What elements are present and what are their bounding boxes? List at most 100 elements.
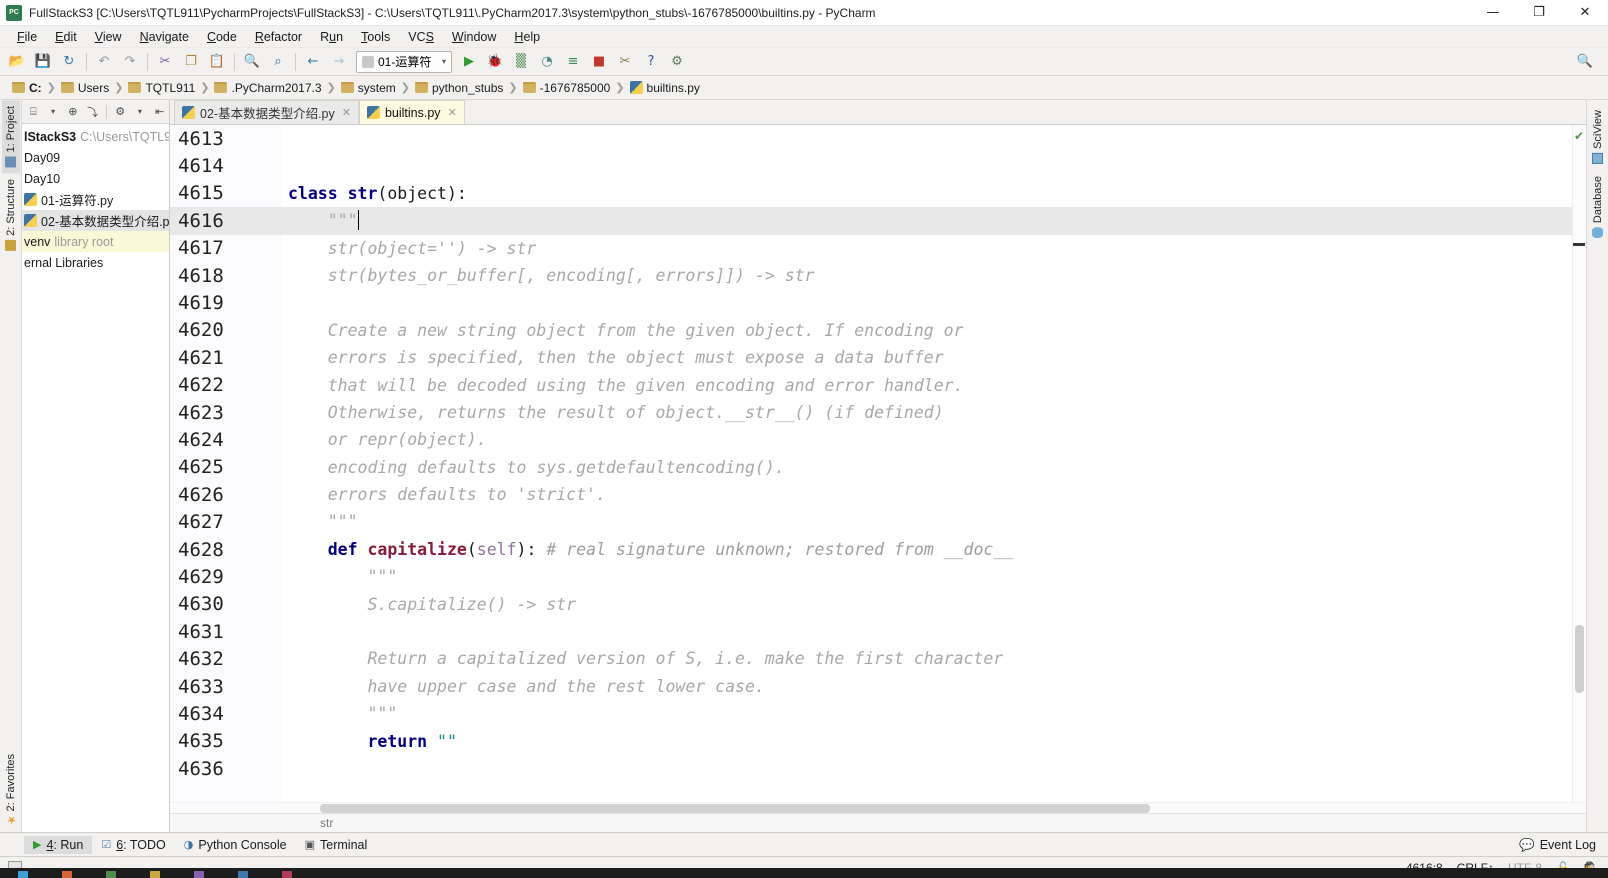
code-area[interactable]: ✳class str(object): """ str(object='') -… xyxy=(282,125,1572,802)
taskbar-item[interactable] xyxy=(150,871,160,878)
tab-builtinspy[interactable]: builtins.py ✕ xyxy=(358,100,465,124)
menu-item-window[interactable]: Window xyxy=(443,28,505,46)
forward-icon[interactable]: → xyxy=(326,50,352,74)
gutter-row[interactable]: 4633 xyxy=(170,673,282,700)
hide-panel-icon[interactable]: ⇤ xyxy=(150,102,169,122)
gutter-row[interactable]: 4617 xyxy=(170,235,282,262)
gutter-row[interactable]: 4634 xyxy=(170,700,282,727)
save-all-icon[interactable]: 💾 xyxy=(30,50,56,74)
open-folder-icon[interactable]: 📂 xyxy=(4,50,30,74)
taskbar-item[interactable] xyxy=(62,871,72,878)
paste-icon[interactable]: 📋 xyxy=(204,50,230,74)
menu-item-code[interactable]: Code xyxy=(198,28,246,46)
gutter-row[interactable]: 4615 xyxy=(170,180,282,207)
event-log-button[interactable]: 💬 Event Log xyxy=(1519,837,1596,853)
code-line[interactable]: have upper case and the rest lower case. xyxy=(282,673,1572,700)
code-line[interactable]: """ xyxy=(282,563,1572,590)
code-line[interactable]: Return a capitalized version of S, i.e. … xyxy=(282,645,1572,672)
settings-button[interactable]: ⚙ xyxy=(664,50,690,74)
code-line[interactable] xyxy=(282,125,1572,152)
code-line[interactable]: errors is specified, then the object mus… xyxy=(282,344,1572,371)
breadcrumb-item-c[interactable]: C: xyxy=(8,81,46,95)
help-button[interactable]: ? xyxy=(638,50,664,74)
locate-file-icon[interactable]: ⊕ xyxy=(63,102,82,122)
menu-item-refactor[interactable]: Refactor xyxy=(246,28,311,46)
gutter-row[interactable]: 4623 xyxy=(170,399,282,426)
menu-item-view[interactable]: View xyxy=(86,28,131,46)
editor-gutter[interactable]: 4613 4614 4615 4616 4617 4618 4619 4620 4621 4622… xyxy=(170,125,282,802)
gutter-row[interactable]: 4624 xyxy=(170,426,282,453)
code-line[interactable]: encoding defaults to sys.getdefaultencod… xyxy=(282,454,1572,481)
gutter-row[interactable]: 4631 xyxy=(170,618,282,645)
run-coverage-button[interactable]: ▒ xyxy=(508,50,534,74)
list-item[interactable]: venv library root xyxy=(22,231,169,252)
list-item[interactable]: Day09 xyxy=(22,147,169,168)
breadcrumb-item-1676785000[interactable]: -1676785000 xyxy=(519,81,615,95)
gutter-row[interactable]: 4628 xyxy=(170,536,282,563)
close-icon[interactable]: ✕ xyxy=(448,106,457,119)
list-item[interactable]: lStackS3 C:\Users\TQTL9 xyxy=(22,126,169,147)
replace-icon[interactable]: ⌕ xyxy=(265,50,291,74)
tab-02py[interactable]: 02-基本数据类型介绍.py ✕ xyxy=(174,100,359,124)
settings-dropdown-icon[interactable]: ▾ xyxy=(131,102,150,122)
taskbar-item[interactable] xyxy=(282,871,292,878)
gutter-row[interactable]: 4630 xyxy=(170,591,282,618)
code-line[interactable]: that will be decoded using the given enc… xyxy=(282,372,1572,399)
run-configuration-selector[interactable]: 01-运算符 ▾ xyxy=(356,50,452,73)
gutter-row[interactable]: 4626 xyxy=(170,481,282,508)
code-line[interactable]: S.capitalize() -> str xyxy=(282,591,1572,618)
list-item[interactable]: 02-基本数据类型介绍.p xyxy=(22,210,169,231)
view-mode-dropdown-icon[interactable]: ▾ xyxy=(44,102,63,122)
menu-item-help[interactable]: Help xyxy=(505,28,549,46)
sidebar-item-database[interactable]: Database xyxy=(1589,170,1607,244)
gutter-row[interactable]: 4614 xyxy=(170,152,282,179)
gutter-row[interactable]: 4622 xyxy=(170,372,282,399)
breadcrumb-item-tqtl911[interactable]: TQTL911 xyxy=(124,81,199,95)
code-line[interactable]: Create a new string object from the give… xyxy=(282,317,1572,344)
gutter-row[interactable]: 4618 xyxy=(170,262,282,289)
tool-window-tab-6todo[interactable]: ☑ 6: TODO xyxy=(92,836,174,854)
debug-button[interactable]: 🐞 xyxy=(482,50,508,74)
sync-icon[interactable]: ↻ xyxy=(56,50,82,74)
sidebar-item-structure[interactable]: 2: Structure xyxy=(2,173,20,257)
code-line[interactable] xyxy=(282,152,1572,179)
gutter-row[interactable]: 4625 xyxy=(170,454,282,481)
list-item[interactable]: Day10 xyxy=(22,168,169,189)
gutter-row[interactable]: 4636 xyxy=(170,755,282,782)
editor-marker-bar[interactable]: ✔ xyxy=(1572,125,1586,802)
gutter-row[interactable]: 4620 xyxy=(170,317,282,344)
code-line[interactable]: ✳class str(object): xyxy=(282,180,1572,207)
breadcrumb-item-pythonstubs[interactable]: python_stubs xyxy=(411,81,507,95)
tool-window-tab-4run[interactable]: ▶ 4: Run xyxy=(24,835,93,854)
horizontal-scrollbar[interactable] xyxy=(170,802,1586,813)
run-button[interactable]: ▶ xyxy=(456,50,482,74)
code-line[interactable]: str(object='') -> str xyxy=(282,235,1572,262)
code-line[interactable] xyxy=(282,618,1572,645)
stop-button[interactable]: ■ xyxy=(586,50,612,74)
menu-item-vcs[interactable]: VCS xyxy=(399,28,443,46)
minimize-button[interactable]: — xyxy=(1470,0,1516,26)
close-icon[interactable]: ✕ xyxy=(342,106,351,119)
taskbar-item[interactable] xyxy=(106,871,116,878)
list-item[interactable]: ernal Libraries xyxy=(22,252,169,273)
list-item[interactable]: 01-运算符.py xyxy=(22,189,169,210)
tool-window-tab-terminal[interactable]: ▣ Terminal xyxy=(296,836,377,854)
find-icon[interactable]: 🔍 xyxy=(239,50,265,74)
taskbar-item[interactable] xyxy=(194,871,204,878)
redo-icon[interactable]: ↷ xyxy=(117,50,143,74)
code-line[interactable]: return "" xyxy=(282,728,1572,755)
profile-button[interactable]: ◔ xyxy=(534,50,560,74)
gutter-row[interactable]: 4613 xyxy=(170,125,282,152)
breadcrumb-item-pycharm20173[interactable]: .PyCharm2017.3 xyxy=(210,81,325,95)
tool-window-tab-pythonconsole[interactable]: ◑ Python Console xyxy=(175,836,296,854)
gutter-row[interactable]: 4629 xyxy=(170,563,282,590)
vertical-scrollbar-thumb[interactable] xyxy=(1575,625,1584,693)
back-icon[interactable]: ← xyxy=(300,50,326,74)
gutter-row[interactable]: 4616 xyxy=(170,207,282,235)
menu-item-tools[interactable]: Tools xyxy=(352,28,399,46)
breadcrumb-item-builtinspy[interactable]: builtins.py xyxy=(626,81,704,95)
settings-gear-icon[interactable]: ⚙ xyxy=(111,102,130,122)
gutter-row[interactable]: 4632 xyxy=(170,645,282,672)
close-button[interactable]: ✕ xyxy=(1562,0,1608,26)
cut-icon[interactable]: ✂ xyxy=(152,50,178,74)
